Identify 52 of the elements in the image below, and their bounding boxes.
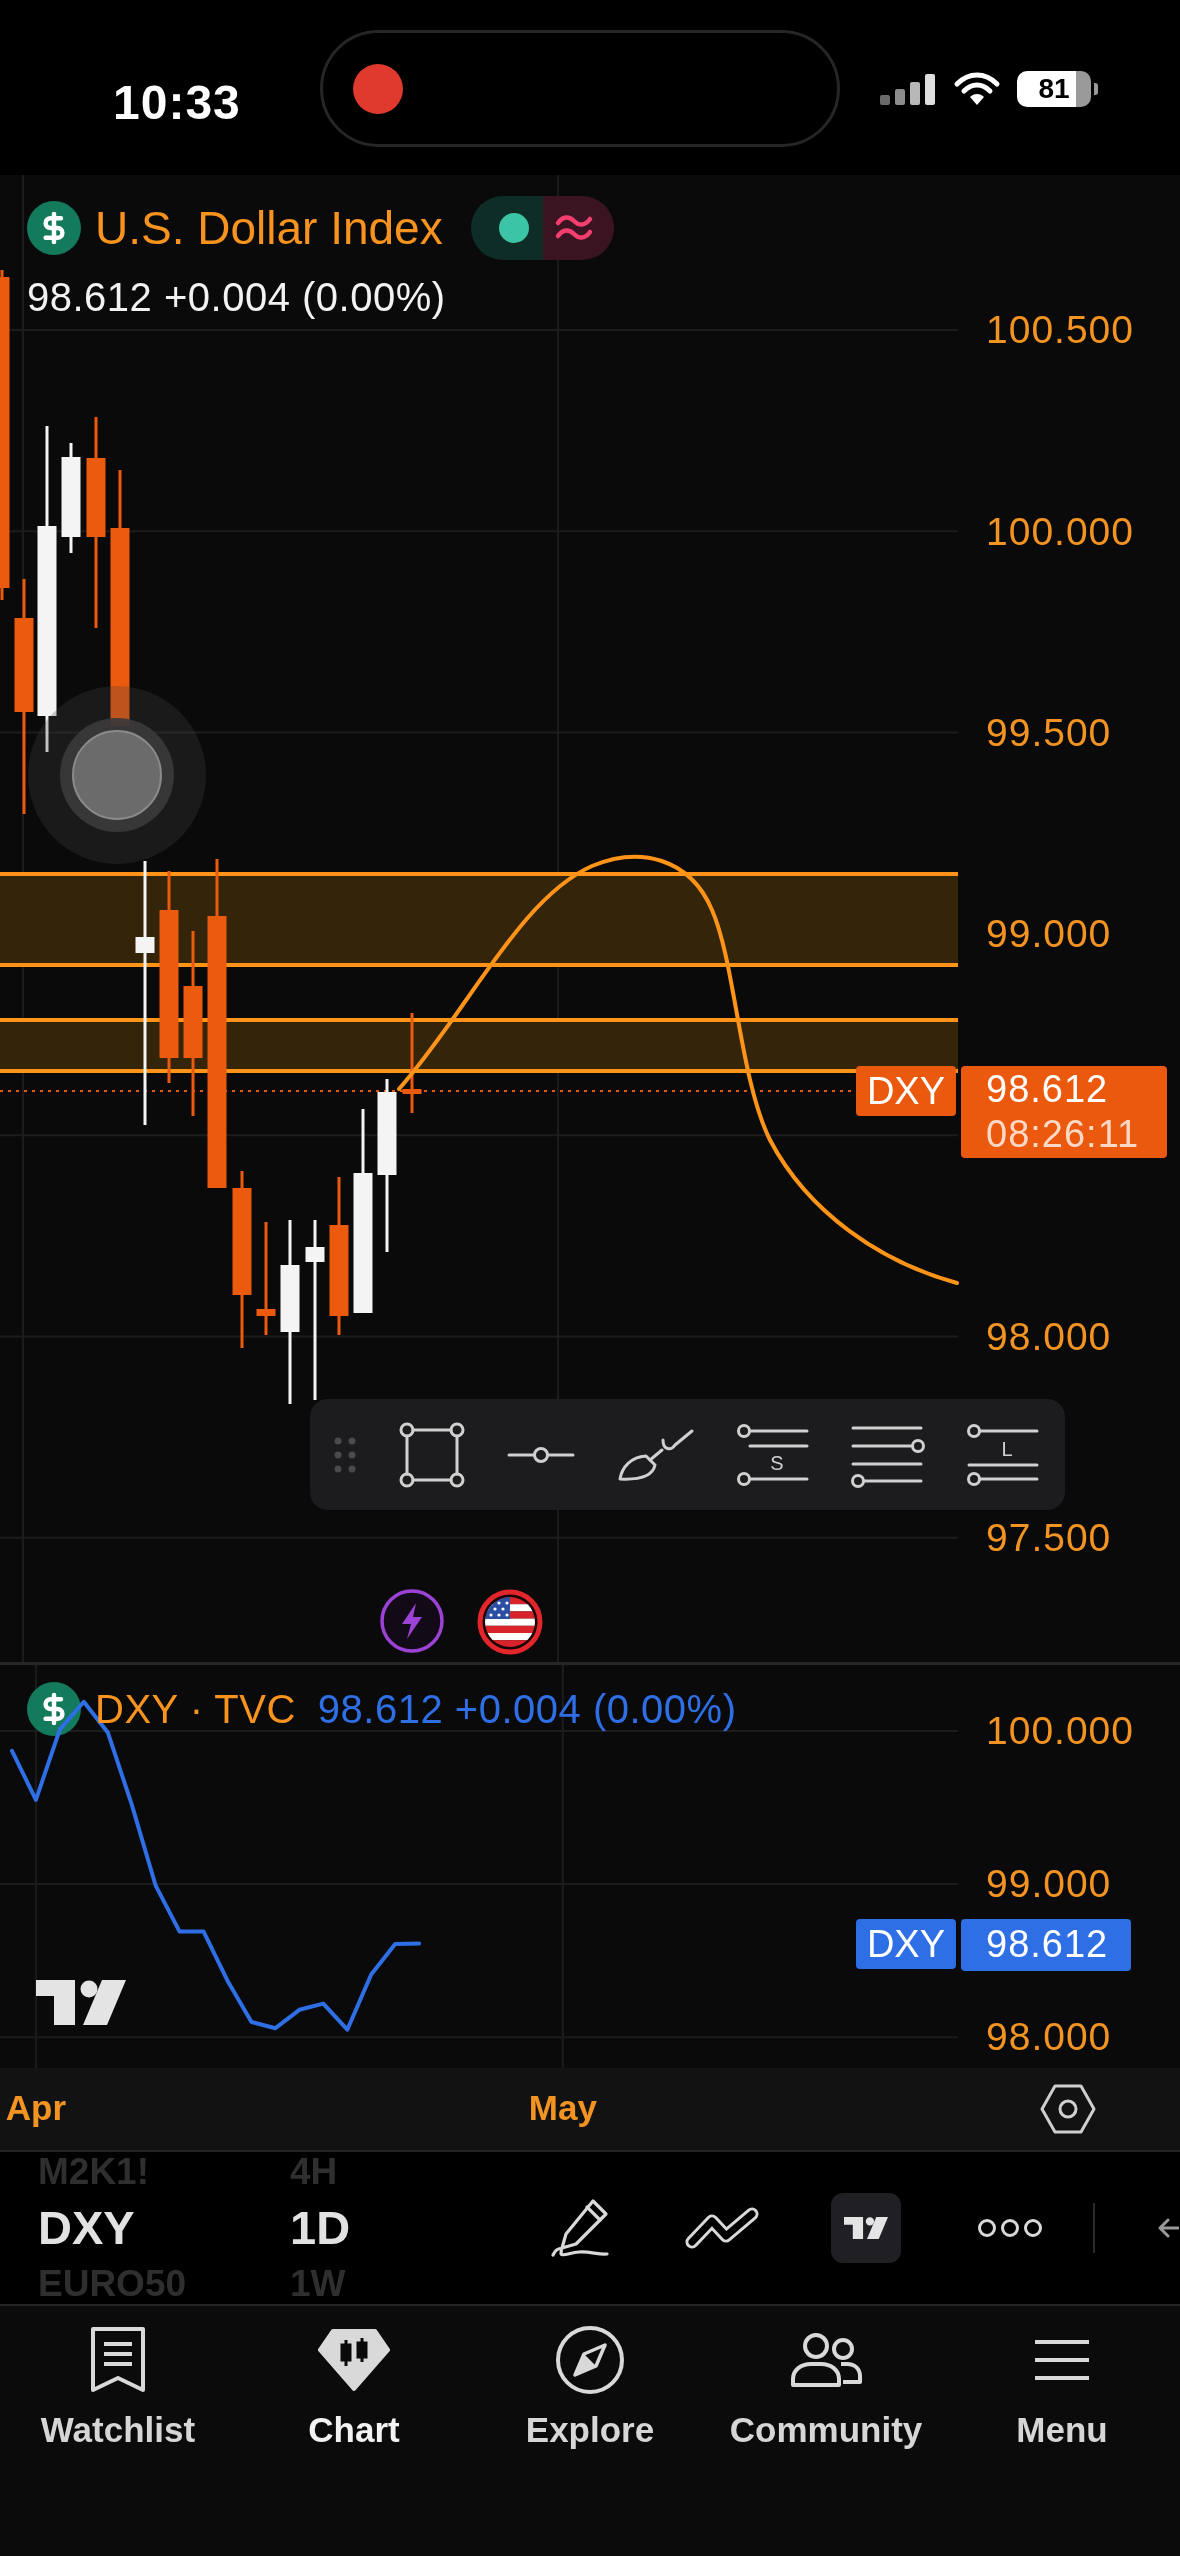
compass-icon xyxy=(555,2325,625,2395)
tab-bar-item[interactable]: Menu xyxy=(1016,2324,1108,2450)
tab-bar-item[interactable]: Explore xyxy=(525,2324,655,2450)
zigzag-icon[interactable] xyxy=(684,2206,760,2250)
wave-icon[interactable] xyxy=(542,196,614,260)
candles-icon xyxy=(318,2328,390,2392)
tab-bar-item[interactable]: Chart xyxy=(308,2324,400,2450)
bookmark-icon xyxy=(89,2326,147,2394)
tab-bar-item[interactable]: Community xyxy=(729,2324,923,2450)
price-axis-label: 99.000 xyxy=(986,911,1112,957)
last-price: 98.612 xyxy=(986,1921,1109,1967)
symbol-picker-item[interactable]: DXY xyxy=(38,2202,135,2254)
price-quote: 98.612 +0.004 (0.00%) xyxy=(317,1689,737,1729)
price-axis-label: 99.000 xyxy=(986,1861,1112,1908)
people-icon xyxy=(789,2332,863,2388)
price-axis-label: 100.500 xyxy=(986,307,1134,353)
wifi-icon xyxy=(953,70,1001,107)
price-axis-label: 100.000 xyxy=(986,1707,1134,1754)
price-axis-label: 98.000 xyxy=(986,2014,1112,2061)
logo-button[interactable] xyxy=(831,2193,901,2263)
rectangle-icon[interactable] xyxy=(399,1421,465,1488)
brush-icon[interactable] xyxy=(617,1427,695,1482)
logo-icon[interactable] xyxy=(844,2217,888,2239)
dollar-icon xyxy=(27,1682,81,1736)
symbol-source: DXY · TVC xyxy=(95,1689,296,1729)
last-price: 98.612 xyxy=(986,1067,1109,1112)
symbol-title: U.S. Dollar Index xyxy=(95,202,443,254)
signal-icon xyxy=(880,72,937,105)
settings-icon[interactable] xyxy=(1040,2083,1096,2135)
menu-icon xyxy=(1033,2338,1091,2382)
record-dot-icon xyxy=(353,63,403,114)
time-axis-label: Apr xyxy=(5,2088,67,2128)
lightning-icon[interactable] xyxy=(380,1589,444,1653)
battery-indicator: 81 xyxy=(1017,70,1098,107)
interval-picker-item[interactable]: 1D xyxy=(290,2202,351,2254)
more-icon[interactable] xyxy=(977,2218,1043,2238)
dollar-icon xyxy=(27,201,81,255)
price-axis-label: 99.500 xyxy=(986,710,1112,756)
series-name-tag: DXY xyxy=(856,1918,956,1969)
logo-icon[interactable] xyxy=(36,1980,126,2025)
status-time: 10:33 xyxy=(113,74,241,131)
price-quote: 98.612 +0.004 (0.00%) xyxy=(27,274,447,320)
flag-icon[interactable] xyxy=(477,1589,543,1655)
countdown-timer: 08:26:11 xyxy=(986,1112,1140,1156)
price-axis-label: 98.000 xyxy=(986,1314,1112,1360)
line-icon[interactable] xyxy=(507,1445,575,1464)
price-axis-label: 100.000 xyxy=(986,509,1134,555)
time-axis-label: May xyxy=(528,2088,597,2128)
tab-bar-item[interactable]: Watchlist xyxy=(40,2324,196,2450)
symbol-tag: DXY xyxy=(856,1066,956,1116)
price-axis-label: 97.500 xyxy=(986,1515,1112,1561)
pen-icon[interactable] xyxy=(549,2197,611,2259)
